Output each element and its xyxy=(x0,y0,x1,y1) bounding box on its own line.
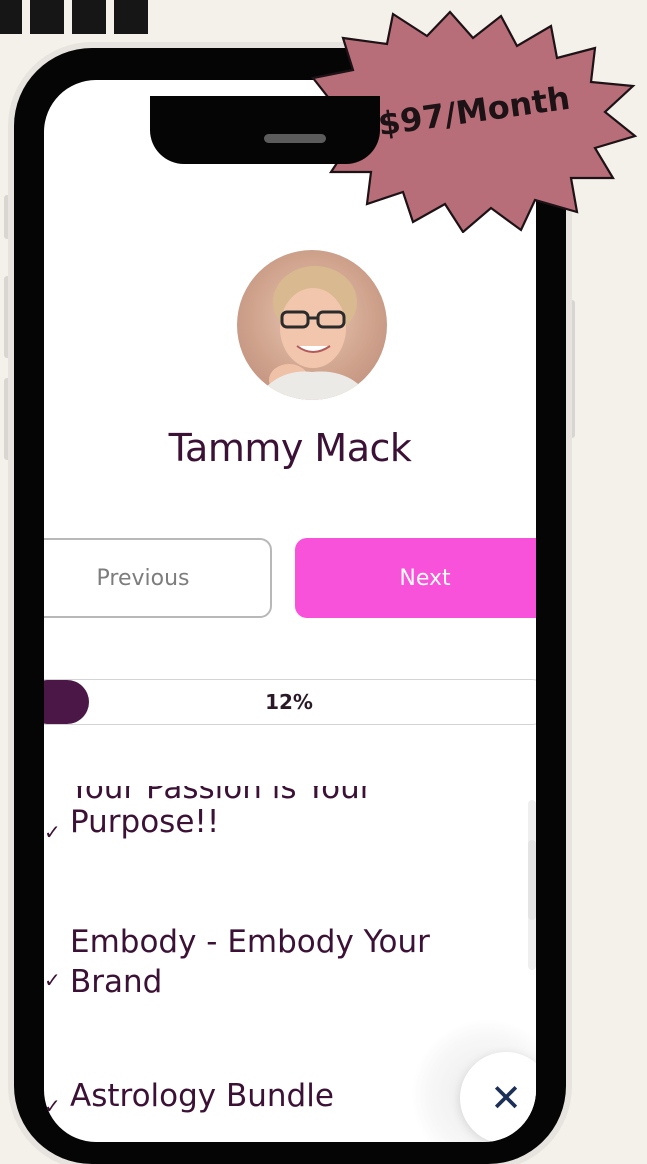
previous-button[interactable]: Previous xyxy=(44,538,272,618)
decorative-bar xyxy=(114,0,148,34)
check-icon: ✓ xyxy=(44,1094,61,1118)
check-icon: ✓ xyxy=(44,820,61,844)
course-item-label-line: Embody - Embody Your xyxy=(70,924,430,960)
decorative-bar xyxy=(0,0,22,34)
phone-speaker xyxy=(264,134,326,143)
course-item-label: Embody - Embody Your Brand xyxy=(70,922,490,1002)
scrollbar-thumb[interactable] xyxy=(528,840,536,920)
profile-name: Tammy Mack xyxy=(168,426,412,470)
decorative-bars xyxy=(0,0,148,34)
phone-side-button xyxy=(567,300,575,438)
next-button[interactable]: Next xyxy=(295,538,536,618)
decorative-bar xyxy=(72,0,106,34)
close-icon: ✕ xyxy=(490,1076,522,1120)
phone-side-button xyxy=(4,195,12,239)
avatar-portrait-icon xyxy=(255,266,372,400)
phone-screen: Tammy Mack Previous Next 12% Your Passio… xyxy=(44,80,536,1142)
decorative-bar xyxy=(30,0,64,34)
phone-side-button xyxy=(4,276,12,358)
course-item-label-line: Brand xyxy=(70,964,163,1000)
phone-side-button xyxy=(4,378,12,460)
course-item-label: Purpose!! xyxy=(70,804,220,840)
progress-bar: 12% xyxy=(44,679,536,725)
check-icon: ✓ xyxy=(44,968,61,992)
phone-notch xyxy=(150,96,380,164)
avatar xyxy=(237,250,387,400)
progress-label: 12% xyxy=(265,690,313,714)
